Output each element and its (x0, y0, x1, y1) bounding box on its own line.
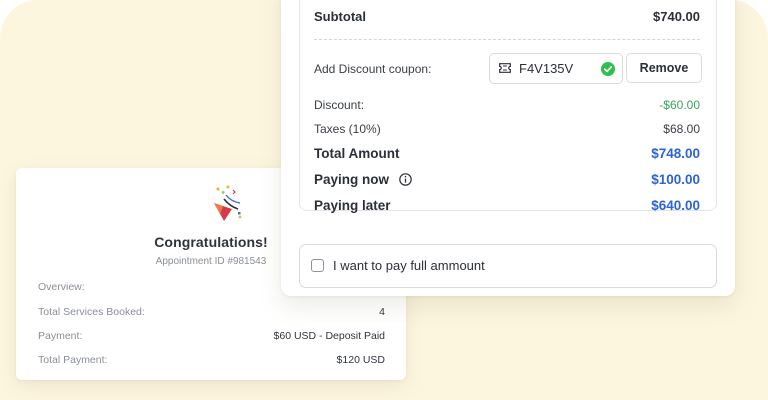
paying-later-label: Paying later (314, 198, 391, 213)
total-amount-label: Total Amount (314, 146, 400, 161)
total-amount-row: Total Amount $748.00 (314, 146, 700, 161)
order-summary: Subtotal $740.00 Add Discount coupon: F4… (299, 0, 717, 213)
discount-value: -$60.00 (659, 98, 700, 112)
taxes-value: $68.00 (663, 122, 700, 136)
total-payment-row: Total Payment: $120 USD (38, 354, 385, 366)
overview-label: Overview: (38, 281, 85, 293)
full-payment-label: I want to pay full ammount (333, 258, 485, 273)
services-booked-value: 4 (379, 306, 385, 318)
paying-now-value: $100.00 (651, 172, 700, 187)
subtotal-label: Subtotal (314, 9, 366, 24)
subtotal-value: $740.00 (653, 9, 700, 24)
paying-later-row: Paying later $640.00 (314, 198, 700, 213)
payment-row: Payment: $60 USD - Deposit Paid (38, 330, 385, 342)
checkout-card: Subtotal $740.00 Add Discount coupon: F4… (281, 0, 735, 296)
services-booked-row: Total Services Booked: 4 (38, 306, 385, 318)
payment-value: $60 USD - Deposit Paid (273, 330, 385, 342)
info-icon[interactable] (398, 173, 412, 186)
total-amount-value: $748.00 (651, 146, 700, 161)
full-payment-checkbox[interactable] (311, 259, 324, 272)
check-circle-icon (601, 62, 615, 76)
total-payment-label: Total Payment: (38, 354, 108, 366)
coupon-label: Add Discount coupon: (314, 62, 432, 76)
payment-label: Payment: (38, 330, 83, 342)
taxes-label: Taxes (10%) (314, 122, 381, 136)
taxes-row: Taxes (10%) $68.00 (314, 122, 700, 136)
paying-now-label: Paying now (314, 172, 390, 187)
full-payment-option[interactable]: I want to pay full ammount (299, 244, 717, 288)
discount-row: Discount: -$60.00 (314, 98, 700, 112)
subtotal-row: Subtotal $740.00 (314, 9, 700, 24)
services-booked-label: Total Services Booked: (38, 306, 145, 318)
divider (314, 39, 700, 40)
party-popper-icon (214, 185, 242, 221)
total-payment-value: $120 USD (336, 354, 385, 366)
coupon-input[interactable]: F4V135V (489, 53, 623, 84)
paying-now-row: Paying now $100.00 (314, 172, 700, 187)
coupon-code: F4V135V (519, 61, 574, 76)
ticket-icon (499, 63, 511, 73)
remove-coupon-button[interactable]: Remove (626, 53, 702, 83)
discount-label: Discount: (314, 98, 365, 112)
paying-later-value: $640.00 (651, 198, 700, 213)
